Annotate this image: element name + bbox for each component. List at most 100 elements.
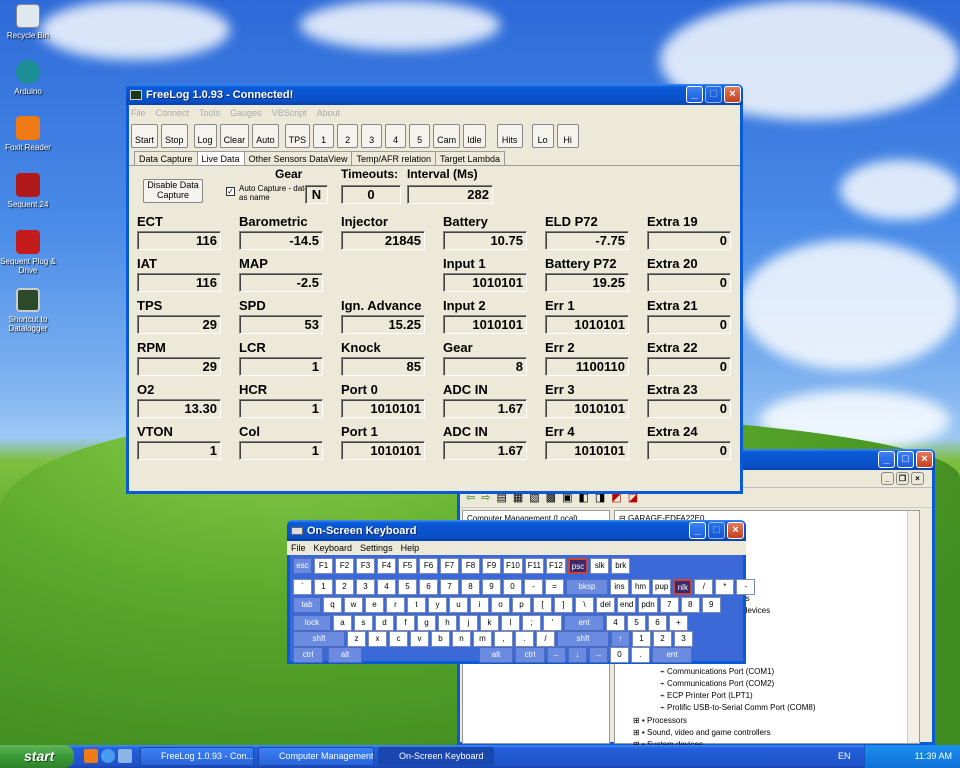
key[interactable]: ctrl: [293, 647, 323, 663]
key[interactable]: brk: [611, 558, 631, 574]
key[interactable]: s: [354, 615, 373, 631]
tab-target-lambda[interactable]: Target Lambda: [434, 151, 506, 165]
quicklaunch-foxit-icon[interactable]: [84, 749, 98, 763]
key[interactable]: \: [575, 597, 594, 613]
menu-tools[interactable]: Tools: [199, 108, 220, 118]
minimize-button[interactable]: _: [878, 451, 895, 468]
key[interactable]: F5: [398, 558, 417, 574]
menu-about[interactable]: About: [317, 108, 341, 118]
key[interactable]: h: [438, 615, 457, 631]
quicklaunch-ie-icon[interactable]: [101, 749, 115, 763]
arduino-icon[interactable]: Arduino: [0, 60, 61, 96]
tab-other-sensors[interactable]: Other Sensors DataView: [243, 151, 353, 165]
button-3[interactable]: 3: [361, 124, 383, 148]
key[interactable]: f: [396, 615, 415, 631]
key[interactable]: 1: [632, 631, 651, 647]
key[interactable]: q: [323, 597, 342, 613]
minimize-button[interactable]: _: [689, 522, 706, 539]
menu-file[interactable]: File: [131, 108, 146, 118]
key[interactable]: alt: [479, 647, 513, 663]
key[interactable]: i: [470, 597, 489, 613]
idle-button[interactable]: Idle: [463, 124, 486, 148]
key[interactable]: F4: [377, 558, 396, 574]
key[interactable]: y: [428, 597, 447, 613]
key[interactable]: l: [501, 615, 520, 631]
key[interactable]: w: [344, 597, 363, 613]
key[interactable]: 4: [606, 615, 625, 631]
key[interactable]: 5: [627, 615, 646, 631]
key[interactable]: ↑: [611, 631, 630, 647]
key[interactable]: v: [410, 631, 429, 647]
quicklaunch-desktop-icon[interactable]: [118, 749, 132, 763]
key[interactable]: slk: [590, 558, 610, 574]
key[interactable]: lock: [293, 615, 331, 631]
key[interactable]: ': [543, 615, 562, 631]
key[interactable]: /: [536, 631, 555, 647]
key[interactable]: tab: [293, 597, 321, 613]
key[interactable]: m: [473, 631, 492, 647]
key[interactable]: /: [694, 579, 714, 595]
key[interactable]: 2: [335, 579, 354, 595]
key[interactable]: 9: [482, 579, 501, 595]
key[interactable]: pup: [652, 579, 672, 595]
key[interactable]: ent: [564, 615, 604, 631]
close-button[interactable]: ×: [727, 522, 744, 539]
key[interactable]: =: [545, 579, 564, 595]
key[interactable]: +: [669, 615, 688, 631]
tab-live-data[interactable]: Live Data: [196, 151, 245, 165]
key[interactable]: u: [449, 597, 468, 613]
inner-restore-button[interactable]: ❐: [896, 472, 909, 485]
key[interactable]: b: [431, 631, 450, 647]
key[interactable]: F7: [440, 558, 459, 574]
osk-menu-help[interactable]: Help: [401, 543, 420, 553]
key[interactable]: -: [736, 579, 756, 595]
key[interactable]: `: [293, 579, 312, 595]
recycle-bin-icon[interactable]: Recycle Bin: [0, 4, 61, 40]
key[interactable]: ]: [554, 597, 573, 613]
key[interactable]: e: [365, 597, 384, 613]
key[interactable]: .: [515, 631, 534, 647]
inner-minimize-button[interactable]: _: [881, 472, 894, 485]
key[interactable]: k: [480, 615, 499, 631]
key[interactable]: end: [617, 597, 637, 613]
cam-button[interactable]: Cam: [433, 124, 461, 148]
key[interactable]: 0: [610, 647, 629, 663]
button-5[interactable]: 5: [409, 124, 431, 148]
key[interactable]: j: [459, 615, 478, 631]
datalogger-shortcut-icon[interactable]: Shortcut to Datalogger: [0, 288, 61, 333]
auto-capture-checkbox[interactable]: ✓: [226, 187, 235, 196]
log-button[interactable]: Log: [193, 124, 217, 148]
disable-data-capture-button[interactable]: Disable Data Capture: [143, 179, 203, 203]
device-item[interactable]: ⌁ Prolific USB-to-Serial Comm Port (COM8…: [660, 702, 816, 714]
key[interactable]: 3: [356, 579, 375, 595]
device-category[interactable]: ⊞ ▪ Sound, video and game controllers: [633, 727, 771, 739]
task-freelog[interactable]: FreeLog 1.0.93 - Con...: [140, 747, 254, 766]
device-item[interactable]: ⌁ Communications Port (COM1): [660, 666, 774, 678]
key[interactable]: F8: [461, 558, 480, 574]
key[interactable]: ,: [494, 631, 513, 647]
device-item[interactable]: ⌁ ECP Printer Port (LPT1): [660, 690, 753, 702]
key[interactable]: shft: [293, 631, 345, 647]
menu-vbscript[interactable]: VBScript: [272, 108, 307, 118]
key[interactable]: 9: [701, 597, 721, 613]
key[interactable]: ;: [522, 615, 541, 631]
key[interactable]: esc: [293, 558, 312, 574]
menu-gauges[interactable]: Gauges: [230, 108, 262, 118]
close-button[interactable]: ×: [916, 451, 933, 468]
key[interactable]: del: [596, 597, 615, 613]
key[interactable]: 3: [674, 631, 693, 647]
tab-data-capture[interactable]: Data Capture: [134, 151, 198, 165]
task-computer-management[interactable]: Computer Management: [258, 747, 374, 766]
key[interactable]: o: [491, 597, 510, 613]
key[interactable]: c: [389, 631, 408, 647]
close-button[interactable]: ×: [724, 86, 741, 103]
key[interactable]: 7: [440, 579, 459, 595]
key[interactable]: pdn: [638, 597, 658, 613]
language-indicator[interactable]: EN: [838, 751, 851, 761]
key[interactable]: F11: [524, 558, 544, 574]
key[interactable]: t: [407, 597, 426, 613]
key[interactable]: ←: [547, 647, 566, 663]
button-1[interactable]: 1: [313, 124, 335, 148]
key[interactable]: F3: [356, 558, 375, 574]
key[interactable]: z: [347, 631, 366, 647]
